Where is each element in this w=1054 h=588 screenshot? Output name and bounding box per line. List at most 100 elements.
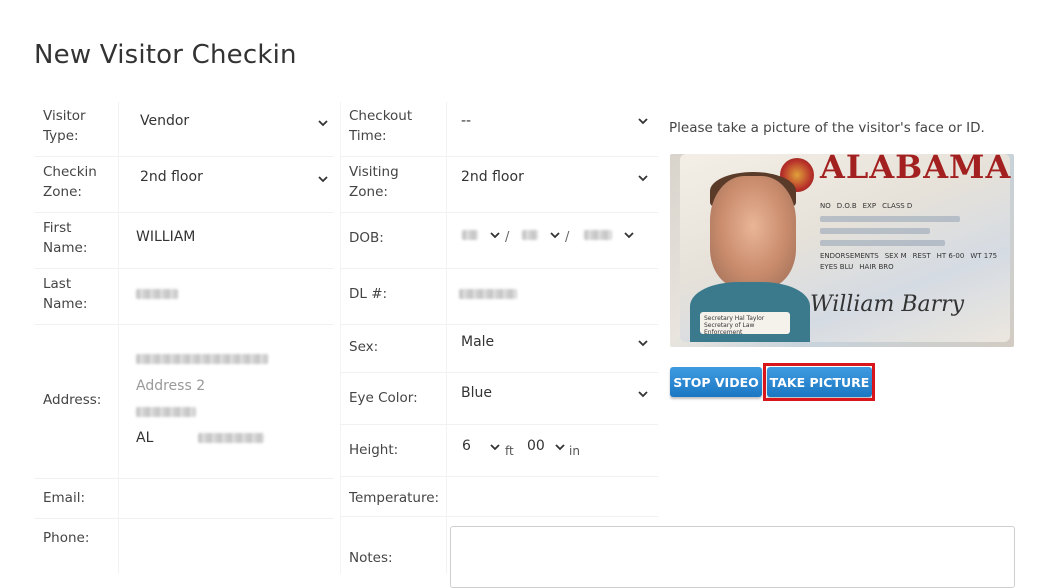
redacted-value <box>198 433 264 443</box>
checkin-zone-value: 2nd floor <box>140 169 203 185</box>
sex-select[interactable]: Male <box>454 330 654 358</box>
dob-label: DOB: <box>349 230 384 246</box>
dl-input[interactable] <box>454 280 654 308</box>
row-divider <box>340 424 658 425</box>
height-inches-value: 00 <box>527 438 545 454</box>
id-card-field: HAIR BRO <box>859 263 894 271</box>
row-divider <box>340 516 658 517</box>
phone-label: Phone: <box>43 530 90 546</box>
redacted-value <box>459 289 517 299</box>
last-name-label: Last Name: <box>43 276 88 312</box>
id-card-line <box>820 216 960 222</box>
eye-color-label: Eye Color: <box>349 390 418 406</box>
email-label: Email: <box>43 490 86 506</box>
dob-day-select[interactable] <box>518 222 562 248</box>
column-divider <box>446 102 447 574</box>
checkout-time-select[interactable]: -- <box>454 108 654 136</box>
row-divider <box>340 372 658 373</box>
eye-color-value: Blue <box>461 385 492 401</box>
id-card-field: D.O.B <box>836 202 857 210</box>
dob-year-select[interactable] <box>580 222 636 248</box>
id-card-footer: Secretary Hal Taylor Secretary of Law En… <box>700 312 790 336</box>
chevron-down-icon <box>638 389 648 399</box>
redacted-value <box>136 354 268 364</box>
address-label: Address: <box>43 392 102 408</box>
redacted-value <box>136 289 178 299</box>
address-line1-input[interactable] <box>128 346 334 370</box>
row-divider <box>34 518 334 519</box>
first-name-input[interactable]: WILLIAM <box>128 222 334 252</box>
id-card-field: WT 175 <box>970 252 998 260</box>
row-divider <box>34 324 334 325</box>
dl-label: DL #: <box>349 286 388 302</box>
id-card-field: REST <box>912 252 931 260</box>
state-input[interactable]: AL <box>128 426 178 450</box>
redacted-value <box>462 230 478 240</box>
notes-label: Notes: <box>349 550 393 566</box>
last-name-input[interactable] <box>128 278 334 308</box>
eye-color-select[interactable]: Blue <box>454 380 654 408</box>
row-divider <box>34 212 334 213</box>
first-name-value: WILLIAM <box>136 229 196 245</box>
page-title: New Visitor Checkin <box>34 40 297 70</box>
checkout-time-label: Checkout Time: <box>349 108 413 144</box>
zip-input[interactable] <box>190 426 334 450</box>
id-card-fields: NO D.O.B EXP CLASS D ENDORSEMENTS SEX M … <box>820 202 1000 271</box>
checkout-time-value: -- <box>461 113 472 129</box>
take-picture-highlight <box>763 363 875 401</box>
checkin-zone-select[interactable]: 2nd floor <box>132 164 336 192</box>
height-feet-select[interactable]: 6 <box>458 434 506 460</box>
phone-input[interactable] <box>128 524 334 552</box>
row-divider <box>340 212 658 213</box>
id-card-field: EXP <box>862 202 877 210</box>
camera-instructions: Please take a picture of the visitor's f… <box>669 120 985 136</box>
column-divider <box>340 102 341 574</box>
photo-face <box>710 176 796 288</box>
id-card-class: CLASS D <box>882 202 913 210</box>
temperature-input[interactable] <box>454 484 654 512</box>
redacted-value <box>136 407 196 417</box>
id-card-state: ALABAMA <box>820 154 1012 186</box>
chevron-down-icon <box>318 118 328 128</box>
email-input[interactable] <box>128 484 334 512</box>
height-feet-value: 6 <box>462 438 471 454</box>
visiting-zone-select[interactable]: 2nd floor <box>454 164 654 192</box>
id-card-field: ENDORSEMENTS <box>820 252 879 260</box>
notes-textarea[interactable] <box>450 526 1015 588</box>
temperature-label: Temperature: <box>349 490 440 506</box>
row-divider <box>340 156 658 157</box>
id-card-line <box>820 240 945 246</box>
id-card-footer-text: Secretary Hal Taylor Secretary of Law En… <box>704 315 765 336</box>
camera-preview: ALABAMA NO D.O.B EXP CLASS D ENDORSEMENT… <box>670 154 1014 347</box>
visiting-zone-value: 2nd floor <box>461 169 524 185</box>
id-card-field: HT 6-00 <box>936 252 965 260</box>
stop-video-button[interactable]: STOP VIDEO <box>670 367 762 397</box>
id-card-line <box>820 228 930 234</box>
visitor-type-select[interactable]: Vendor <box>132 108 336 136</box>
address-line2-placeholder: Address 2 <box>136 378 206 394</box>
id-card-signature: William Barry <box>810 292 965 317</box>
chevron-down-icon <box>490 230 500 240</box>
address-line2-input[interactable]: Address 2 <box>128 374 334 398</box>
chevron-down-icon <box>638 116 648 126</box>
row-divider <box>340 324 658 325</box>
row-divider <box>34 478 334 479</box>
height-inches-select[interactable]: 00 <box>522 434 570 460</box>
row-divider <box>34 268 334 269</box>
column-divider <box>118 102 119 574</box>
dob-separator: / <box>505 230 510 245</box>
city-input[interactable] <box>128 400 334 424</box>
height-inches-unit: in <box>569 444 580 458</box>
sex-value: Male <box>461 334 495 350</box>
dob-month-select[interactable] <box>458 222 502 248</box>
checkin-zone-label: Checkin Zone: <box>43 164 97 200</box>
sex-label: Sex: <box>349 339 379 355</box>
visitor-type-value: Vendor <box>140 113 190 129</box>
row-divider <box>34 156 334 157</box>
chevron-down-icon <box>638 338 648 348</box>
visiting-zone-label: Visiting Zone: <box>349 164 399 200</box>
redacted-value <box>522 230 538 240</box>
id-card-field: EYES BLU <box>820 263 854 271</box>
chevron-down-icon <box>550 230 560 240</box>
id-card-field: NO <box>820 202 831 210</box>
